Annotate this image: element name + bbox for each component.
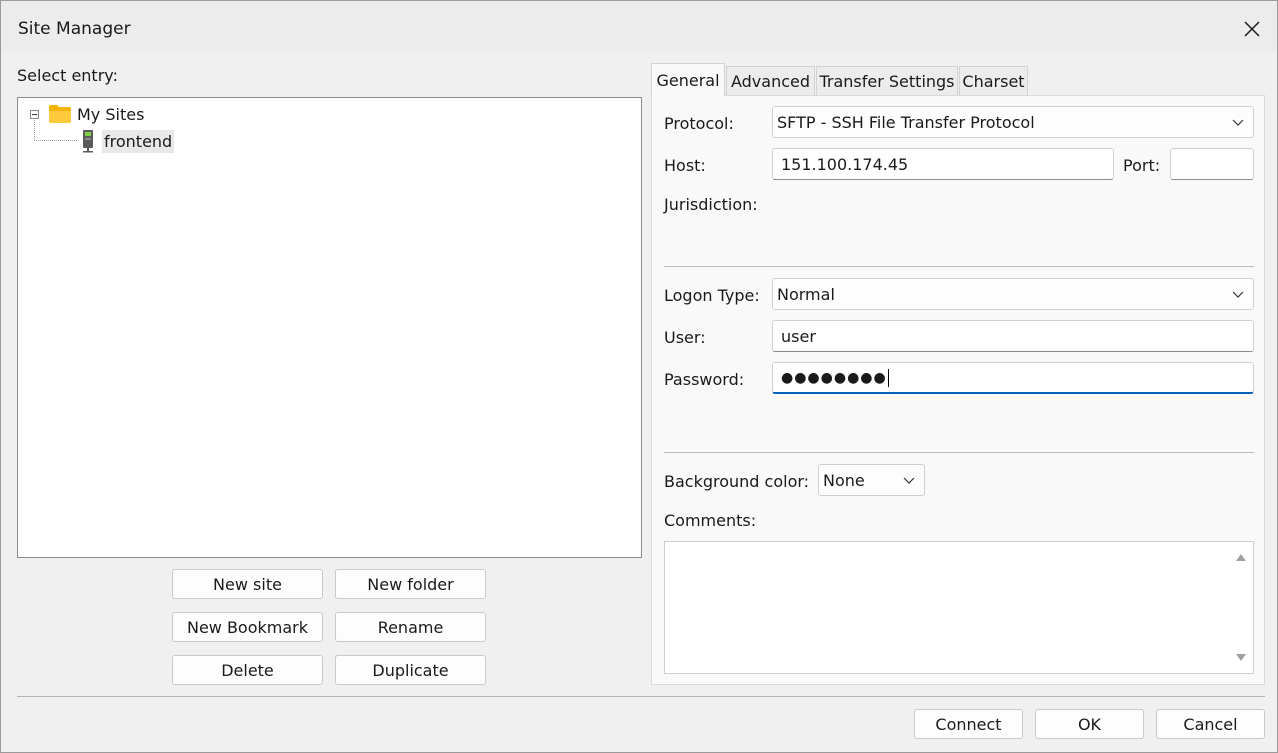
tab-charset[interactable]: Charset [959,66,1028,95]
chevron-down-icon [1232,119,1244,126]
password-input[interactable]: ●●●●●●●● [772,362,1254,394]
new-folder-button[interactable]: New folder [335,569,486,599]
protocol-value: SFTP - SSH File Transfer Protocol [777,112,1035,132]
server-icon [83,130,93,153]
logon-type-value: Normal [777,284,835,304]
text-cursor [887,368,889,387]
jurisdiction-label: Jurisdiction: [664,195,758,214]
rename-button[interactable]: Rename [335,612,486,642]
chevron-down-icon [903,477,915,484]
new-site-button[interactable]: New site [172,569,323,599]
protocol-select[interactable]: SFTP - SSH File Transfer Protocol [772,106,1254,138]
window-title: Site Manager [18,19,131,39]
tab-advanced[interactable]: Advanced [726,66,815,95]
logon-type-select[interactable]: Normal [772,278,1254,310]
host-input[interactable]: 151.100.174.45 [772,148,1114,180]
divider [664,266,1254,267]
background-color-select[interactable]: None [818,464,925,496]
site-manager-dialog: Site Manager Select entry: My Sites fron… [0,0,1278,753]
background-color-value: None [823,470,865,490]
comments-textarea[interactable] [664,541,1254,674]
user-input[interactable]: user [772,320,1254,352]
tree-item-my-sites[interactable]: My Sites [30,102,144,126]
background-color-label: Background color: [664,472,810,491]
tree-item-frontend[interactable]: frontend [78,128,175,154]
new-bookmark-button[interactable]: New Bookmark [172,612,323,642]
duplicate-button[interactable]: Duplicate [335,655,486,685]
comments-label: Comments: [664,511,757,530]
delete-button[interactable]: Delete [172,655,323,685]
tab-general[interactable]: General [651,63,725,96]
user-label: User: [664,328,706,347]
title-bar: Site Manager [1,1,1277,53]
close-button[interactable] [1227,7,1277,51]
logon-type-label: Logon Type: [664,286,760,305]
connect-button[interactable]: Connect [914,709,1023,739]
cancel-button[interactable]: Cancel [1156,709,1265,739]
site-tree[interactable]: My Sites frontend [17,97,642,558]
folder-icon [49,105,71,123]
tab-transfer-settings[interactable]: Transfer Settings [816,66,958,95]
select-entry-label: Select entry: [17,66,118,85]
close-icon [1244,21,1260,37]
collapse-icon[interactable] [30,109,39,119]
password-value: ●●●●●●●● [781,369,887,386]
protocol-label: Protocol: [664,114,734,133]
tree-item-label: frontend [102,129,175,153]
ok-button[interactable]: OK [1035,709,1144,739]
port-label: Port: [1123,156,1161,175]
port-input[interactable] [1170,148,1254,180]
host-value: 151.100.174.45 [781,154,909,174]
password-label: Password: [664,370,745,389]
scroll-down-icon[interactable] [1235,653,1247,663]
tree-item-label: My Sites [77,104,145,124]
general-panel: Protocol: SFTP - SSH File Transfer Proto… [651,95,1265,685]
settings-tabs: General Advanced Transfer Settings Chars… [651,63,1265,685]
chevron-down-icon [1232,291,1244,298]
scroll-up-icon[interactable] [1235,552,1247,562]
footer-divider [17,696,1265,697]
divider [664,452,1254,453]
host-label: Host: [664,156,706,175]
user-value: user [781,326,816,346]
